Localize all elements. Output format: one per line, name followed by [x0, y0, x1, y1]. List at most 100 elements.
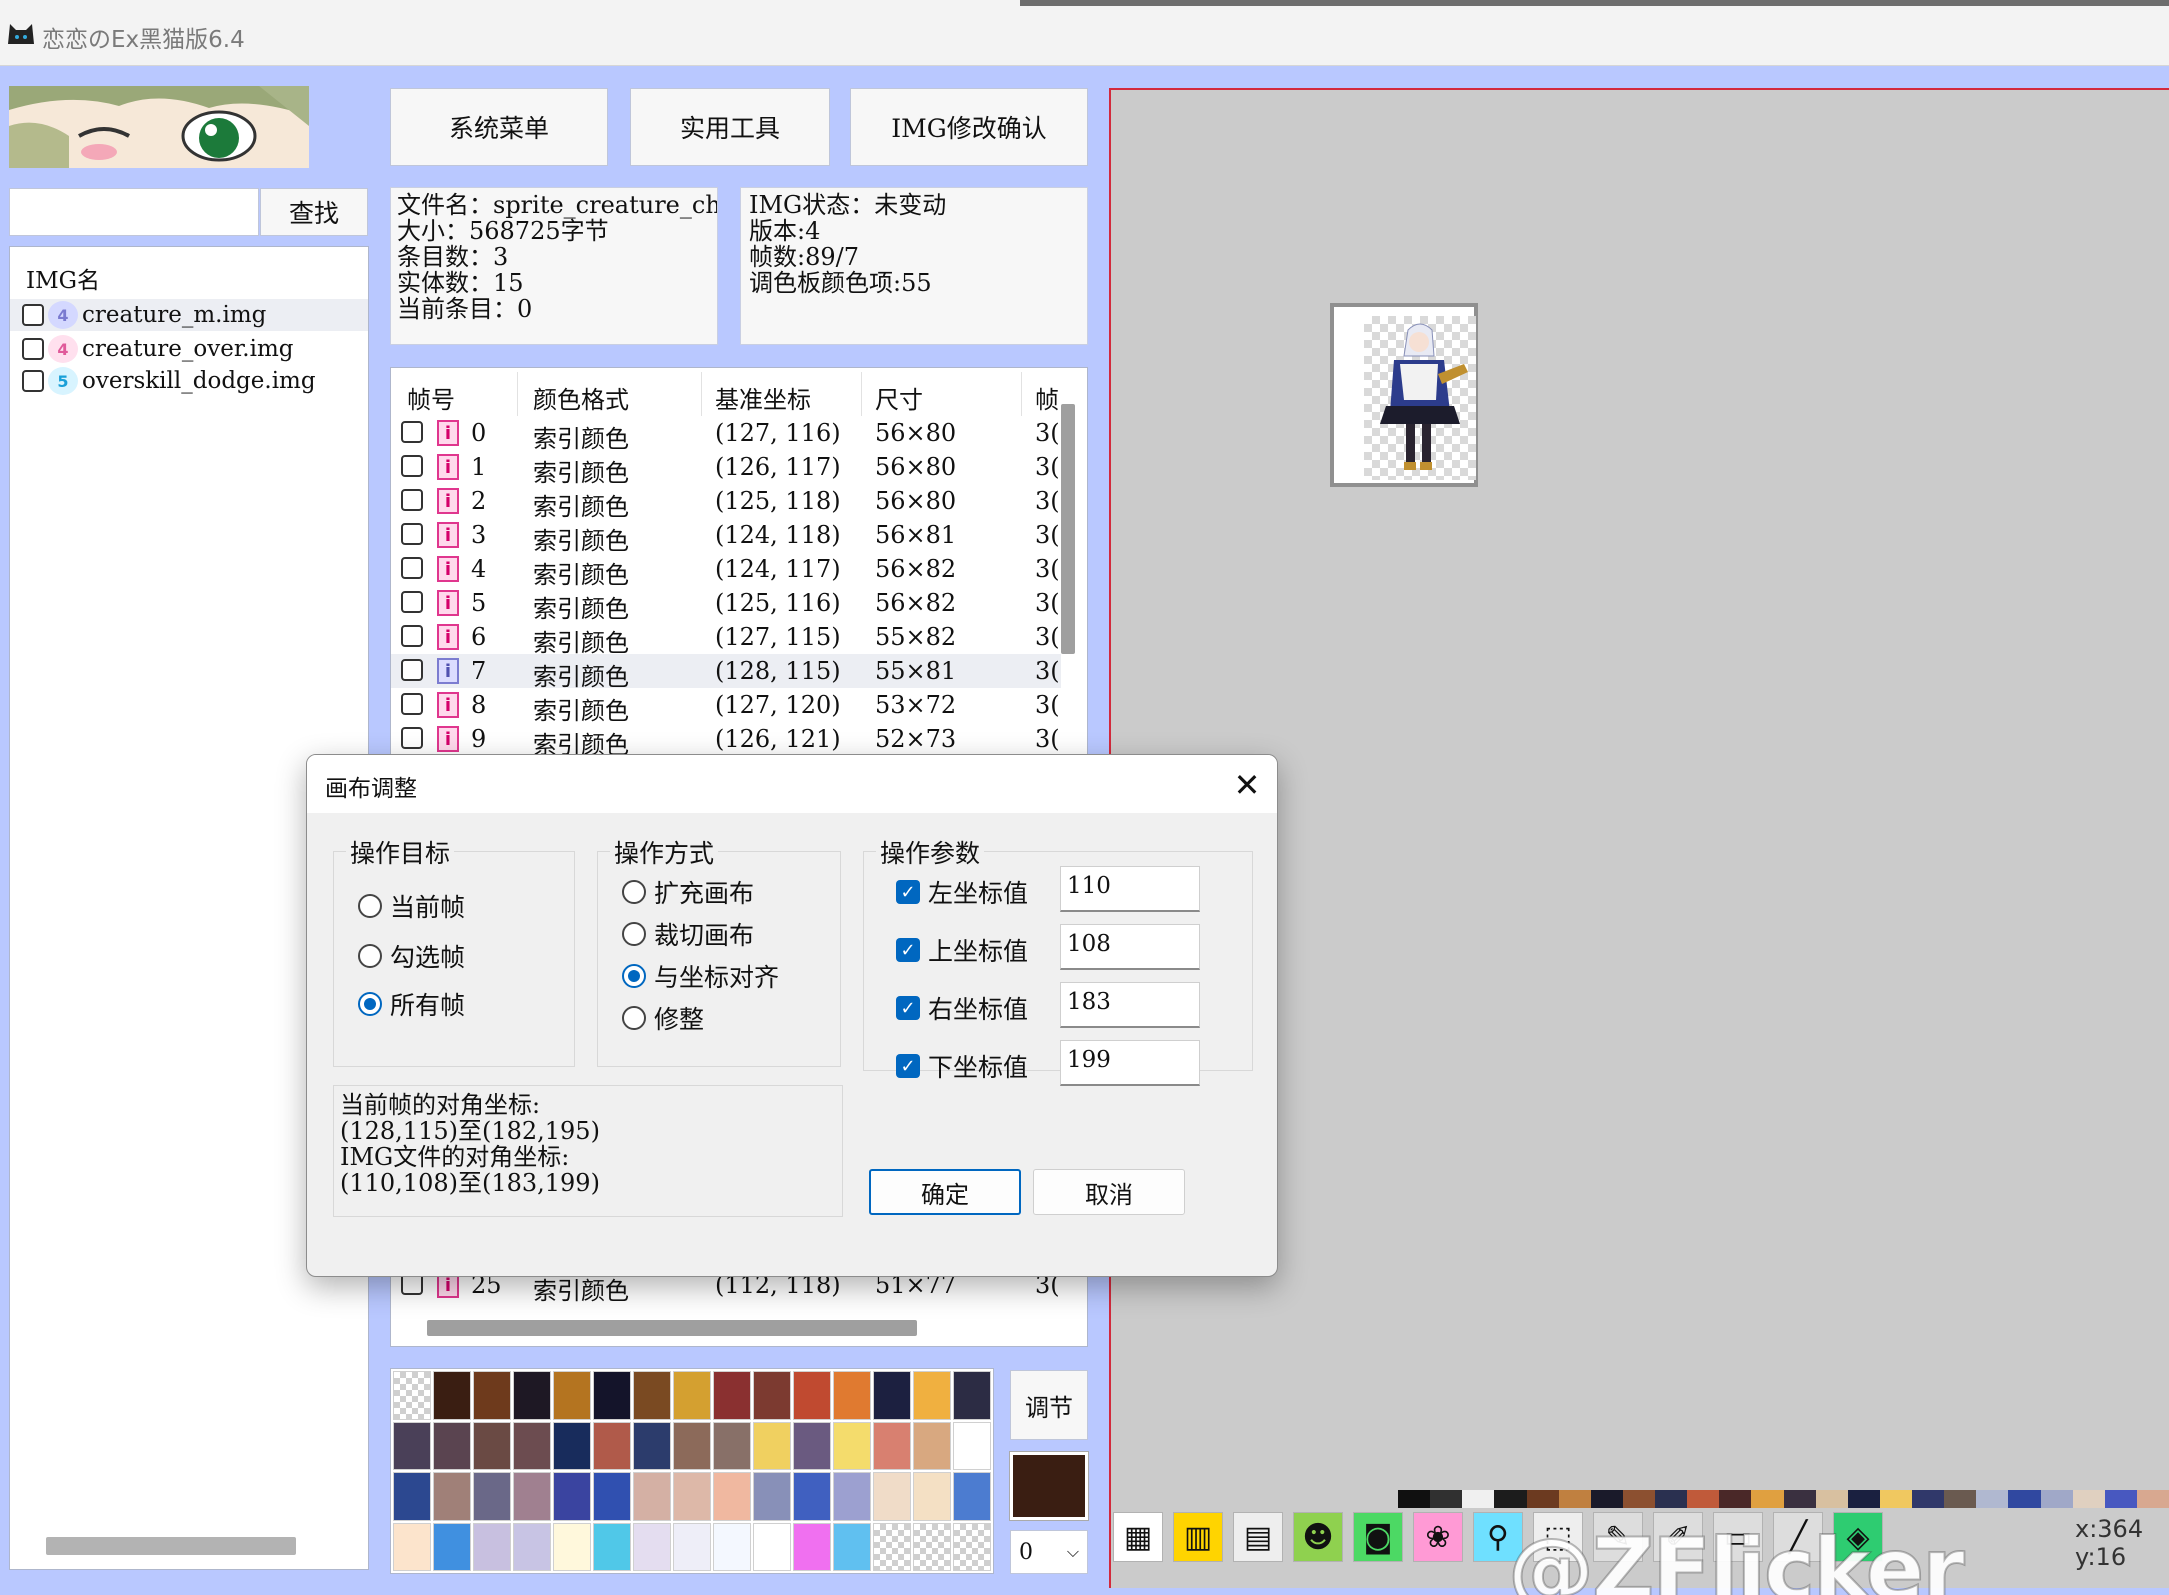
palette-swatch[interactable] — [913, 1421, 951, 1470]
palette-swatch[interactable] — [833, 1472, 871, 1521]
palette-swatch[interactable] — [753, 1371, 791, 1420]
palette-swatch[interactable] — [433, 1421, 471, 1470]
mini-palette-swatch[interactable] — [2104, 1490, 2137, 1508]
checkbox-checked[interactable]: ✓ — [896, 1054, 920, 1078]
palette-swatch[interactable] — [593, 1522, 631, 1571]
table-row[interactable]: i 5 索引颜色 (125, 116) 56×82 3( — [391, 586, 1061, 623]
palette-swatch[interactable] — [633, 1472, 671, 1521]
search-input-field[interactable] — [10, 189, 258, 235]
img-list-item[interactable]: 4 creature_m.img — [10, 299, 368, 331]
left-value-input[interactable]: 110 — [1060, 866, 1200, 912]
adjust-button[interactable]: 调节 — [1010, 1370, 1088, 1440]
param-right[interactable]: ✓ 右坐标值 — [896, 990, 1028, 1026]
mini-palette-swatch[interactable] — [1719, 1490, 1752, 1508]
color-palette[interactable] — [390, 1368, 994, 1574]
palette-swatch[interactable] — [393, 1371, 431, 1420]
radio-button[interactable] — [358, 944, 382, 968]
radio-button[interactable] — [358, 992, 382, 1016]
radio-button[interactable] — [622, 964, 646, 988]
img-list-item[interactable]: 5 overskill_dodge.img — [10, 365, 368, 397]
mini-palette-swatch[interactable] — [1912, 1490, 1945, 1508]
mini-palette-swatch[interactable] — [1558, 1490, 1591, 1508]
checkbox-checked[interactable]: ✓ — [896, 880, 920, 904]
palette-swatch[interactable] — [873, 1371, 911, 1420]
checkbox-checked[interactable]: ✓ — [896, 996, 920, 1020]
radio-current-frame[interactable]: 当前帧 — [358, 888, 465, 924]
col-header-coord[interactable]: 基准坐标 — [715, 380, 811, 415]
palette-swatch[interactable] — [873, 1421, 911, 1470]
palette-swatch[interactable] — [833, 1421, 871, 1470]
radio-trim[interactable]: 修整 — [622, 1000, 704, 1036]
palette-icon[interactable]: ▥ — [1173, 1512, 1223, 1562]
mini-palette-swatch[interactable] — [2136, 1490, 2169, 1508]
palette-swatch[interactable] — [593, 1371, 631, 1420]
frame-checkbox[interactable] — [401, 421, 423, 443]
palette-swatch[interactable] — [633, 1421, 671, 1470]
radio-button[interactable] — [622, 880, 646, 904]
table-row[interactable]: i 1 索引颜色 (126, 117) 56×80 3( — [391, 450, 1061, 487]
palette-swatch[interactable] — [593, 1472, 631, 1521]
palette-swatch[interactable] — [673, 1472, 711, 1521]
mini-palette-swatch[interactable] — [2008, 1490, 2041, 1508]
img-list-item[interactable]: 4 creature_over.img — [10, 333, 368, 365]
camera-icon[interactable]: ◙ — [1353, 1512, 1403, 1562]
radio-expand-canvas[interactable]: 扩充画布 — [622, 874, 754, 910]
mini-palette-swatch[interactable] — [1590, 1490, 1623, 1508]
palette-swatch[interactable] — [713, 1522, 751, 1571]
palette-swatch[interactable] — [913, 1371, 951, 1420]
palette-swatch[interactable] — [673, 1421, 711, 1470]
radio-align-coords[interactable]: 与坐标对齐 — [622, 958, 779, 994]
palette-swatch[interactable] — [513, 1371, 551, 1420]
mini-palette-swatch[interactable] — [1944, 1490, 1977, 1508]
frame-checkbox[interactable] — [401, 557, 423, 579]
mini-palette-swatch[interactable] — [1494, 1490, 1527, 1508]
table-row[interactable]: i 6 索引颜色 (127, 115) 55×82 3( — [391, 620, 1061, 657]
mini-palette-swatch[interactable] — [2072, 1490, 2105, 1508]
radio-all-frames[interactable]: 所有帧 — [358, 986, 465, 1022]
frame-checkbox[interactable] — [401, 489, 423, 511]
table-row[interactable]: i 0 索引颜色 (127, 116) 56×80 3( — [391, 416, 1061, 453]
palette-swatch[interactable] — [833, 1522, 871, 1571]
palette-swatch[interactable] — [513, 1522, 551, 1571]
frame-checkbox[interactable] — [401, 693, 423, 715]
palette-swatch[interactable] — [913, 1472, 951, 1521]
palette-swatch[interactable] — [673, 1371, 711, 1420]
palette-swatch[interactable] — [793, 1522, 831, 1571]
tools-button[interactable]: 实用工具 — [630, 88, 830, 166]
ok-button[interactable]: 确定 — [869, 1169, 1021, 1215]
palette-swatch[interactable] — [473, 1371, 511, 1420]
mini-palette-swatch[interactable] — [1398, 1490, 1431, 1508]
frame-checkbox[interactable] — [401, 659, 423, 681]
param-left[interactable]: ✓ 左坐标值 — [896, 874, 1028, 910]
search-button[interactable]: 查找 — [260, 188, 368, 236]
mini-palette-swatch[interactable] — [1976, 1490, 2009, 1508]
param-bottom[interactable]: ✓ 下坐标值 — [896, 1048, 1028, 1084]
table-row[interactable]: i 9 索引颜色 (126, 121) 52×73 3( — [391, 722, 1061, 759]
palette-swatch[interactable] — [793, 1472, 831, 1521]
palette-swatch[interactable] — [793, 1371, 831, 1420]
table-row-selected[interactable]: i 7 索引颜色 (128, 115) 55×81 3( — [391, 654, 1061, 691]
palette-swatch[interactable] — [793, 1421, 831, 1470]
mini-palette-swatch[interactable] — [1462, 1490, 1495, 1508]
palette-swatch[interactable] — [833, 1371, 871, 1420]
search-input[interactable] — [9, 188, 259, 236]
palette-swatch[interactable] — [513, 1472, 551, 1521]
img-list-scrollbar[interactable] — [46, 1537, 296, 1555]
palette-index-select[interactable]: 0 ⌵ — [1010, 1530, 1088, 1574]
radio-button[interactable] — [622, 922, 646, 946]
palette-swatch[interactable] — [393, 1472, 431, 1521]
table-icon[interactable]: ▦ — [1113, 1512, 1163, 1562]
palette-swatch[interactable] — [393, 1421, 431, 1470]
close-icon[interactable]: ✕ — [1227, 765, 1267, 805]
mini-palette-swatch[interactable] — [1622, 1490, 1655, 1508]
mini-palette-swatch[interactable] — [1879, 1490, 1912, 1508]
palette-swatch[interactable] — [753, 1421, 791, 1470]
palette-swatch[interactable] — [513, 1421, 551, 1470]
frame-checkbox[interactable] — [401, 591, 423, 613]
bottom-value-input[interactable]: 199 — [1060, 1040, 1200, 1086]
frame-table-vscroll[interactable] — [1061, 404, 1075, 654]
radio-crop-canvas[interactable]: 裁切画布 — [622, 916, 754, 952]
frame-checkbox[interactable] — [401, 625, 423, 647]
film-icon[interactable]: ▤ — [1233, 1512, 1283, 1562]
palette-swatch[interactable] — [473, 1522, 511, 1571]
